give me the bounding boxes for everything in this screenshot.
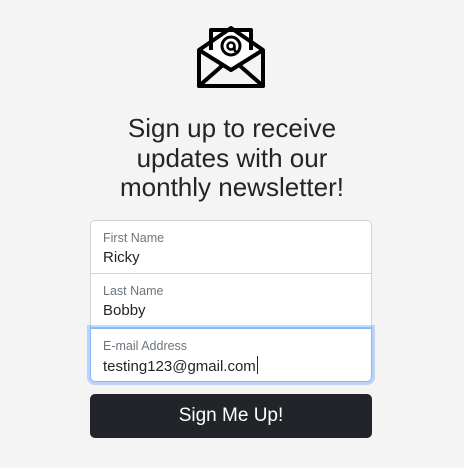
sign-up-button[interactable]: Sign Me Up! [90,394,372,438]
first-name-label: First Name [103,231,165,245]
last-name-field[interactable]: Last Name Bobby [90,274,372,328]
last-name-label: Last Name [103,284,164,298]
first-name-input[interactable]: Ricky [103,248,371,268]
email-label: E-mail Address [103,339,188,353]
signup-form: First Name Ricky Last Name Bobby E-mail … [90,220,372,438]
page-title: Sign up to receive updates with our mont… [0,113,464,203]
email-input-wrap[interactable]: testing123@gmail.com [103,356,371,377]
text-caret [256,356,258,374]
headline-line-3: monthly newsletter! [120,172,344,202]
email-input[interactable]: testing123@gmail.com [103,358,256,375]
signup-page: Sign up to receive updates with our mont… [0,0,464,468]
envelope-at-icon [197,26,265,88]
email-field[interactable]: E-mail Address testing123@gmail.com [90,328,372,382]
last-name-input[interactable]: Bobby [103,301,371,321]
headline-line-1: Sign up to receive [127,113,337,143]
headline-line-2: updates with our [136,142,328,173]
first-name-field[interactable]: First Name Ricky [90,220,372,274]
